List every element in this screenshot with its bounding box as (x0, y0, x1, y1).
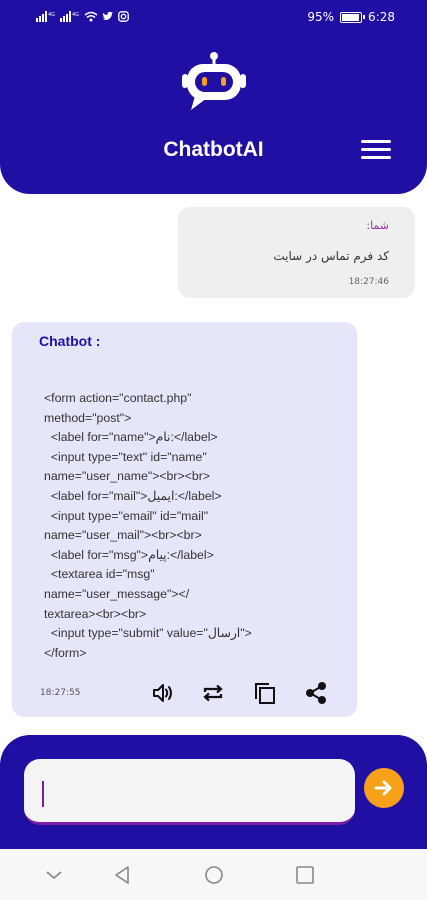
speaker-icon[interactable] (150, 680, 176, 706)
share-icon[interactable] (303, 680, 329, 706)
svg-text:4G: 4G (48, 12, 55, 18)
status-time: 6:28 (368, 10, 395, 24)
send-button[interactable] (364, 768, 404, 808)
user-message-bubble: شما: کد فرم تماس در سایت 18:27:46 (178, 207, 415, 298)
bot-message-time: 18:27:55 (40, 688, 81, 698)
twitter-icon (102, 11, 114, 25)
recents-square-icon[interactable] (295, 865, 315, 885)
user-label: شما: (366, 219, 389, 232)
hamburger-menu-icon[interactable] (361, 140, 391, 162)
app-header: 4G 4G 95% 6:28 ChatbotAI (0, 0, 427, 194)
send-arrow-icon (374, 780, 392, 796)
bot-message-bubble: Chatbot : <form action="contact.php" met… (12, 322, 357, 717)
chevron-down-icon[interactable] (44, 865, 64, 885)
repeat-icon[interactable] (200, 680, 226, 706)
bot-label: Chatbot : (39, 333, 101, 349)
user-message-text: کد فرم تماس در سایت (273, 249, 389, 263)
composer-bar (0, 735, 427, 849)
bot-message-code: <form action="contact.php" method="post"… (44, 391, 252, 660)
battery-fill (342, 13, 360, 21)
message-input[interactable] (24, 759, 355, 825)
signal-icon-2: 4G (60, 11, 80, 25)
battery-icon (340, 11, 366, 23)
status-icons-right: 95% 6:28 (307, 10, 395, 24)
signal-icon: 4G (36, 11, 56, 25)
text-cursor (42, 781, 44, 807)
battery-percent: 95% (307, 10, 335, 24)
system-nav-bar (0, 849, 427, 900)
back-triangle-icon[interactable] (112, 865, 132, 885)
user-message-time: 18:27:46 (348, 277, 389, 287)
status-icons-left: 4G 4G (36, 11, 129, 25)
instagram-icon (118, 11, 129, 25)
robot-chat-icon (181, 50, 247, 116)
home-circle-icon[interactable] (204, 865, 224, 885)
status-bar: 4G 4G 95% 6:28 (0, 0, 427, 36)
svg-text:4G: 4G (72, 12, 79, 18)
copy-icon[interactable] (252, 680, 278, 706)
wifi-icon (84, 11, 98, 25)
